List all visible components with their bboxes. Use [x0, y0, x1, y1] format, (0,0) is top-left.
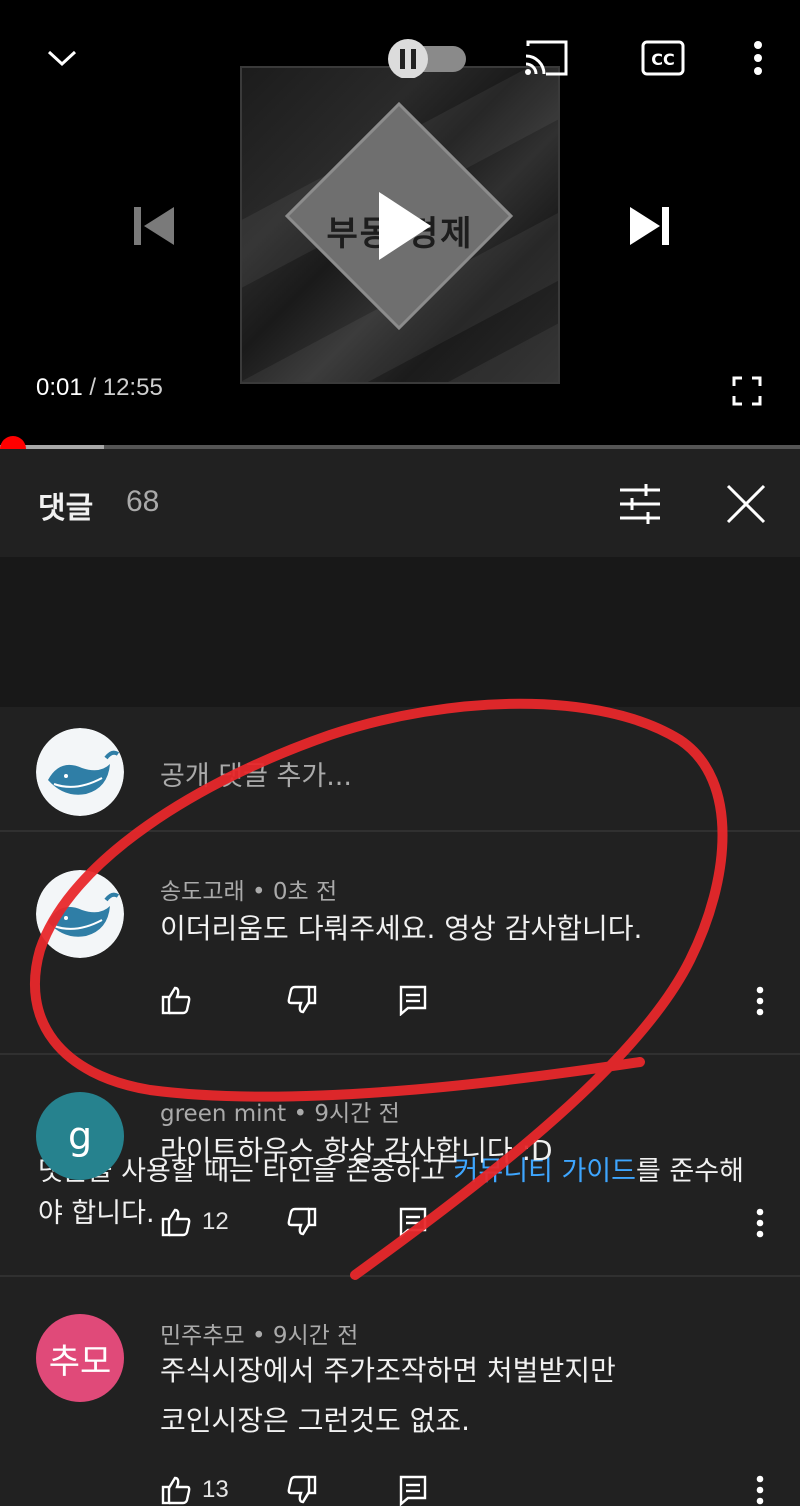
comment-author[interactable]: 송도고래: [160, 879, 245, 905]
reply-button[interactable]: [398, 1474, 428, 1506]
thumbs-down-icon: [287, 985, 317, 1014]
chevron-down-icon[interactable]: [40, 38, 84, 78]
reply-button[interactable]: [398, 984, 428, 1016]
fullscreen-icon[interactable]: [728, 372, 766, 410]
like-button[interactable]: 13: [160, 1474, 229, 1506]
like-count: 13: [202, 1476, 229, 1503]
dislike-button[interactable]: [286, 1206, 318, 1238]
more-vert-icon[interactable]: [742, 36, 774, 80]
play-icon[interactable]: [368, 184, 440, 268]
comment-text-line-1: 주식시장에서 주가조작하면 처벌받지만: [160, 1354, 616, 1387]
comment-time: 9시간 전: [314, 1101, 400, 1127]
avatar: [36, 728, 124, 816]
comment-meta: 민주추모 • 9시간 전: [160, 1323, 359, 1349]
reply-icon: [399, 985, 427, 1016]
cc-icon[interactable]: CC: [640, 38, 686, 78]
comment-author[interactable]: green mint: [160, 1101, 286, 1127]
close-icon[interactable]: [722, 480, 770, 528]
comment-text-line-2: 코인시장은 그런것도 없죠.: [160, 1404, 471, 1437]
cast-icon[interactable]: [520, 36, 572, 80]
comments-count: 68: [126, 485, 160, 518]
sort-filter-icon[interactable]: [616, 482, 664, 526]
time-display: 0:01 / 12:55: [36, 374, 163, 401]
like-button[interactable]: [160, 984, 192, 1016]
avatar[interactable]: [36, 870, 124, 958]
reply-button[interactable]: [398, 1206, 428, 1238]
reply-icon: [399, 1475, 427, 1506]
comment-more-icon[interactable]: [746, 984, 774, 1018]
thumbs-down-icon: [287, 1207, 317, 1236]
dislike-button[interactable]: [286, 984, 318, 1016]
comment-meta: 송도고래 • 0초 전: [160, 879, 338, 905]
thumbs-up-icon: [161, 1476, 191, 1505]
avatar[interactable]: g: [36, 1092, 124, 1180]
comment-text: 이더리움도 다뤄주세요. 영상 감사합니다.: [160, 912, 643, 945]
comment-time: 0초 전: [272, 879, 338, 905]
skip-previous-icon[interactable]: [124, 200, 180, 252]
dislike-button[interactable]: [286, 1474, 318, 1506]
comment-text: 라이트하우스 항상 감사합니다 :D: [160, 1134, 553, 1167]
comment-more-icon[interactable]: [746, 1206, 774, 1240]
video-player[interactable]: 부동 경제 CC 0:01 / 12:55: [0, 0, 800, 447]
add-comment-input[interactable]: 공개 댓글 추가...: [160, 754, 352, 793]
community-notice: 댓글을 사용할 때는 타인을 존중하고 커뮤니티 가이드를 준수해야 합니다.: [0, 557, 800, 1229]
duration: 12:55: [102, 374, 163, 401]
autoplay-toggle[interactable]: [386, 38, 468, 78]
songdo-whale-logo: [36, 870, 124, 958]
comment-meta: green mint • 9시간 전: [160, 1101, 400, 1127]
comments-title: 댓글: [38, 491, 94, 526]
thumbs-up-icon: [161, 1208, 191, 1237]
divider: [0, 1053, 800, 1055]
skip-next-icon[interactable]: [622, 200, 678, 252]
comment-more-icon[interactable]: [746, 1474, 774, 1506]
avatar[interactable]: 추모: [36, 1314, 124, 1402]
like-button[interactable]: 12: [160, 1206, 229, 1238]
thumbs-down-icon: [287, 1475, 317, 1504]
thumbs-up-icon: [161, 986, 191, 1015]
songdo-whale-logo: [36, 728, 124, 816]
svg-text:CC: CC: [651, 50, 674, 69]
like-count: 12: [202, 1208, 229, 1235]
divider: [0, 830, 800, 832]
reply-icon: [399, 1207, 427, 1238]
divider: [0, 1275, 800, 1277]
comments-header: [0, 449, 800, 557]
current-time: 0:01: [36, 374, 83, 401]
